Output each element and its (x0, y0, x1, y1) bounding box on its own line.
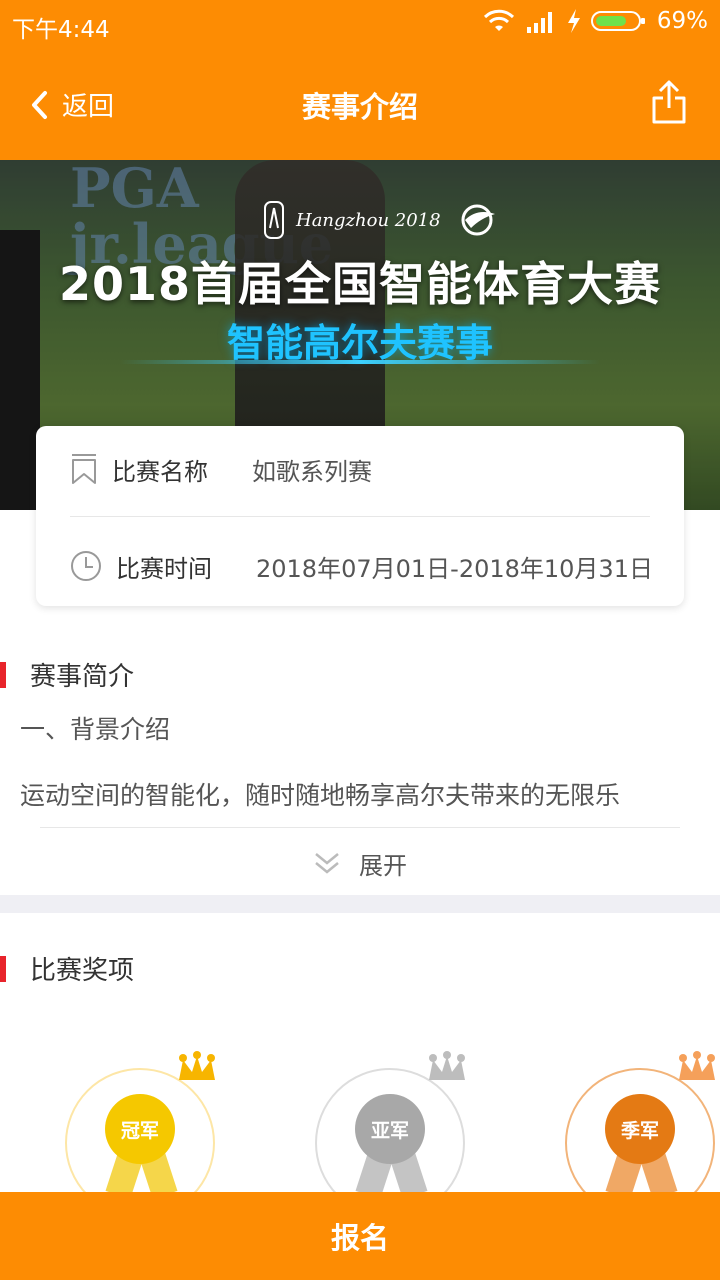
share-button[interactable] (652, 80, 686, 128)
intro-text: 运动空间的智能化，随时随地畅享高尔夫带来的无限乐 (20, 781, 621, 810)
nav-bar: 返回 赛事介绍 (0, 50, 720, 160)
event-name-row: 比赛名称 如歌系列赛 (70, 449, 670, 489)
intro-section-title: 赛事简介 (30, 662, 135, 692)
sports-logo-icon (461, 204, 495, 236)
banner-light-streak (120, 360, 600, 364)
intro-divider (40, 827, 680, 828)
status-time: 下午4:44 (12, 17, 110, 43)
banner-subtitle: 智能高尔夫赛事 (226, 321, 493, 365)
awards-section-title: 比赛奖项 (30, 956, 135, 986)
crown-icon (679, 1051, 715, 1080)
event-name-value: 如歌系列赛 (252, 457, 372, 486)
signal-icon (526, 12, 552, 33)
banner-headline: 2018首届全国智能体育大赛 (58, 257, 662, 311)
medal-badge: 亚军 (355, 1094, 425, 1164)
banner-logo-text: Hangzhou 2018 (296, 209, 441, 231)
event-name-label: 比赛名称 (112, 457, 208, 486)
status-icons: 69% (483, 8, 708, 34)
battery-percent: 69% (656, 8, 708, 34)
status-bar: 下午4:44 69% (0, 0, 720, 50)
section-accent-bar (0, 955, 6, 982)
expand-label: 展开 (359, 852, 407, 880)
crown-icon (429, 1051, 465, 1080)
medal-badge: 季军 (605, 1094, 675, 1164)
awards-section-header: 比赛奖项 (0, 950, 134, 987)
crown-icon (179, 1051, 215, 1080)
hangzhou-emblem-icon (264, 201, 284, 239)
event-info-card: 比赛名称 如歌系列赛 比赛时间 2018年07月01日-2018年10月31日 (36, 426, 684, 606)
bookmark-icon (72, 454, 96, 484)
expand-button[interactable]: 展开 (0, 846, 720, 881)
signup-button[interactable]: 报名 (0, 1192, 720, 1280)
intro-subheading: 一、背景介绍 (20, 715, 171, 744)
wifi-icon (483, 9, 514, 31)
banner-logos: Hangzhou 2018 (262, 198, 503, 242)
event-time-row: 比赛时间 2018年07月01日-2018年10月31日 (70, 546, 670, 586)
page-title: 赛事介绍 (301, 90, 418, 124)
medal-badge: 冠军 (105, 1094, 175, 1164)
card-divider (70, 516, 650, 517)
intro-section-header: 赛事简介 (0, 656, 134, 693)
share-icon (652, 80, 686, 124)
battery-icon (590, 11, 645, 31)
charging-icon (567, 9, 580, 33)
double-chevron-down-icon (315, 852, 339, 874)
section-separator (0, 895, 720, 913)
section-accent-bar (0, 661, 6, 688)
event-time-label: 比赛时间 (116, 554, 212, 583)
clock-icon (71, 551, 101, 581)
event-time-value: 2018年07月01日-2018年10月31日 (256, 554, 653, 583)
